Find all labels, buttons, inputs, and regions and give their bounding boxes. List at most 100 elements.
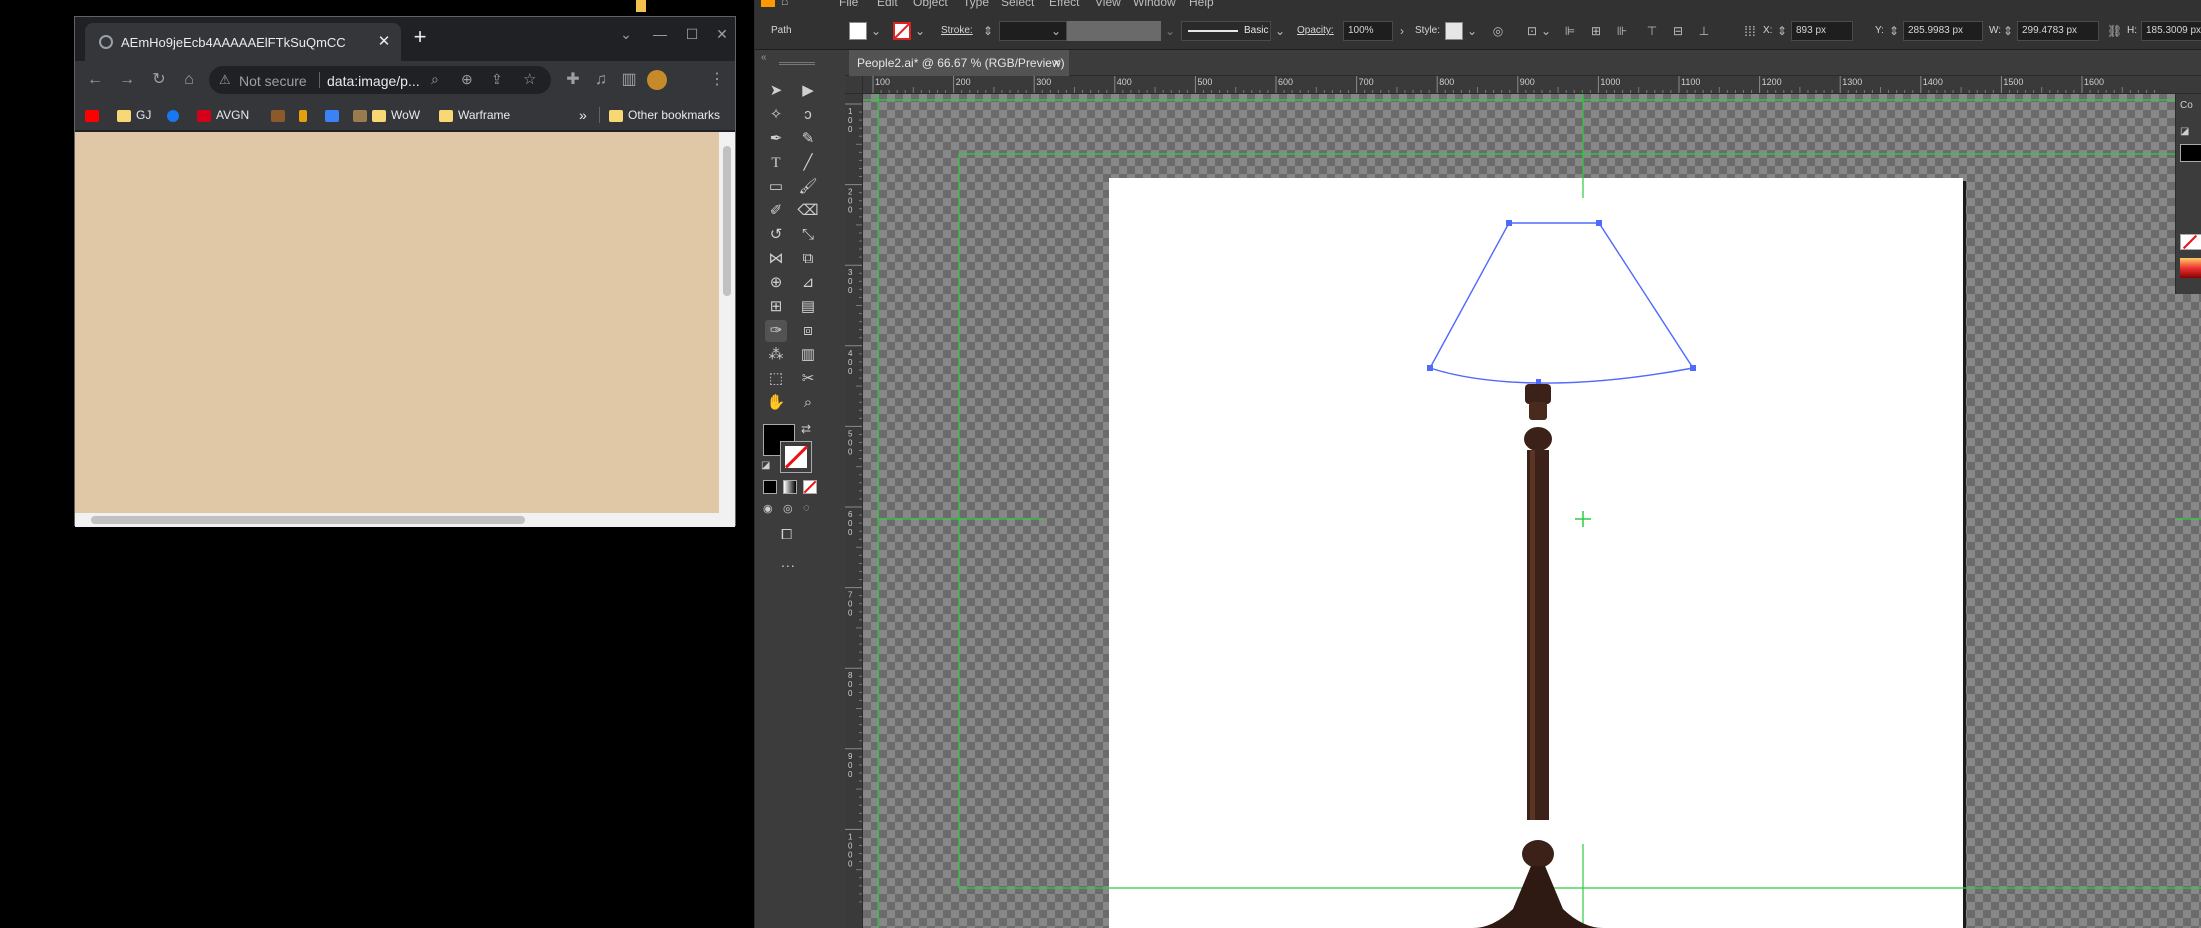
- style-dropdown-icon[interactable]: ⌄: [1465, 24, 1479, 38]
- reference-point-icon[interactable]: ⁞⁞⁞: [1743, 24, 1757, 38]
- menu-help[interactable]: Help: [1189, 0, 1214, 9]
- width-tool-icon[interactable]: ⋈: [765, 248, 787, 270]
- media-icon[interactable]: ♫: [591, 70, 611, 90]
- back-icon[interactable]: ←: [85, 70, 105, 90]
- warning-icon[interactable]: ⚠: [219, 72, 231, 88]
- menu-view[interactable]: View: [1095, 0, 1121, 9]
- more-bookmarks-button[interactable]: »: [579, 106, 587, 124]
- symbol-sprayer-tool-icon[interactable]: ⁂: [765, 344, 787, 366]
- brush-dropdown-icon[interactable]: ⌄: [1273, 24, 1287, 38]
- close-document-icon[interactable]: ×: [1053, 55, 1061, 70]
- extensions-icon[interactable]: ✚: [563, 70, 583, 90]
- reload-icon[interactable]: ↻: [149, 70, 169, 90]
- panel-collapse-icon[interactable]: «: [761, 52, 767, 63]
- tab-search-icon[interactable]: ⌄: [615, 23, 637, 45]
- bookmark-warframe[interactable]: Warframe: [439, 106, 510, 124]
- align-bottom-icon[interactable]: ⊥: [1697, 24, 1711, 38]
- ruler-origin[interactable]: [845, 76, 863, 94]
- lasso-tool-icon[interactable]: ↄ: [797, 104, 819, 126]
- bookmark-gj[interactable]: GJ: [117, 106, 151, 124]
- opacity-field[interactable]: 100%: [1343, 21, 1393, 41]
- anchor-point[interactable]: [1596, 220, 1602, 226]
- scale-tool-icon[interactable]: ⤡: [797, 224, 819, 246]
- anchor-point[interactable]: [1690, 365, 1696, 371]
- draw-normal-icon[interactable]: ◉: [763, 502, 773, 515]
- graph-tool-icon[interactable]: ▥: [797, 344, 819, 366]
- align-top-icon[interactable]: ⊤: [1645, 24, 1659, 38]
- address-bar[interactable]: ⚠ Not secure data:image/p... ⌕ ⊕ ⇪ ☆: [209, 66, 551, 94]
- fill-swatch[interactable]: [849, 22, 867, 40]
- align-vcenter-icon[interactable]: ⊟: [1671, 24, 1685, 38]
- vertical-scrollbar[interactable]: [719, 132, 735, 513]
- document-tab[interactable]: People2.ai* @ 66.67 % (RGB/Preview) ×: [849, 50, 1069, 76]
- stroke-label[interactable]: Stroke:: [941, 25, 973, 36]
- menu-window[interactable]: Window: [1133, 0, 1176, 9]
- screen-mode-icon[interactable]: ⧠: [781, 526, 792, 543]
- blend-tool-icon[interactable]: ⧈: [797, 320, 819, 342]
- artboard-tool-icon[interactable]: ⬚: [765, 368, 787, 390]
- menu-file[interactable]: File: [839, 0, 858, 9]
- stroke-weight-dropdown-icon[interactable]: ⌄: [1049, 24, 1063, 38]
- canvas[interactable]: [863, 94, 2201, 928]
- zoom-tool-icon[interactable]: ⌕: [797, 392, 819, 414]
- horizontal-scrollbar[interactable]: [75, 513, 735, 527]
- security-label[interactable]: Not secure: [239, 73, 307, 89]
- align-to-icon[interactable]: ⊡: [1525, 24, 1539, 38]
- default-colors-icon[interactable]: ◪: [761, 460, 770, 471]
- type-tool-icon[interactable]: T: [765, 152, 787, 174]
- slice-tool-icon[interactable]: ✂: [797, 368, 819, 390]
- side-panel-icon[interactable]: ▥: [619, 70, 639, 90]
- close-window-button[interactable]: ✕: [711, 23, 733, 45]
- stroke-swatch[interactable]: [893, 22, 911, 40]
- site-bookmark-1[interactable]: [271, 106, 290, 124]
- eyedropper-tool-icon[interactable]: ✑: [765, 320, 787, 342]
- gradient-mode-icon[interactable]: [783, 480, 797, 494]
- panel-none-swatch[interactable]: [2180, 234, 2201, 250]
- bookmark-wow[interactable]: WoW: [353, 106, 420, 124]
- y-field[interactable]: 285.9983 px: [1903, 21, 1983, 41]
- search-icon[interactable]: ⌕: [431, 71, 439, 88]
- draw-behind-icon[interactable]: ◎: [783, 502, 793, 515]
- zoom-icon[interactable]: ⊕: [461, 71, 473, 88]
- graphic-style-swatch[interactable]: [1445, 22, 1463, 40]
- horizontal-ruler[interactable]: 100 200 300 400 500 600 700 800 900 1000 1100 1200 1…: [845, 76, 2201, 94]
- menu-edit[interactable]: Edit: [877, 0, 898, 9]
- perspective-grid-tool-icon[interactable]: ⊿: [797, 272, 819, 294]
- panel-option-icon[interactable]: ◪: [2180, 126, 2189, 137]
- horizontal-scroll-thumb[interactable]: [91, 516, 525, 524]
- mesh-tool-icon[interactable]: ⊞: [765, 296, 787, 318]
- menu-select[interactable]: Select: [1001, 0, 1034, 9]
- x-stepper-icon[interactable]: ⇕: [1775, 24, 1789, 38]
- forward-icon[interactable]: →: [117, 70, 137, 90]
- direct-selection-tool-icon[interactable]: ▶: [797, 80, 819, 102]
- stroke-dropdown-icon[interactable]: ⌄: [913, 24, 927, 38]
- magic-wand-tool-icon[interactable]: ✧: [765, 104, 787, 126]
- x-field[interactable]: 893 px: [1791, 21, 1853, 41]
- recolor-icon[interactable]: ◎: [1491, 24, 1505, 38]
- menu-effect[interactable]: Effect: [1049, 0, 1079, 9]
- align-right-icon[interactable]: ⊪: [1615, 24, 1629, 38]
- opacity-arrow-icon[interactable]: ›: [1395, 24, 1409, 38]
- gradient-tool-icon[interactable]: ▤: [797, 296, 819, 318]
- align-hcenter-icon[interactable]: ⊞: [1589, 24, 1603, 38]
- plex-bookmark[interactable]: [299, 106, 312, 124]
- maximize-button[interactable]: ☐: [681, 23, 703, 45]
- shaper-tool-icon[interactable]: ✐: [765, 200, 787, 222]
- brush-definition[interactable]: Basic: [1181, 21, 1271, 41]
- stroke-stepper-icon[interactable]: ⇕: [981, 24, 995, 38]
- swap-colors-icon[interactable]: ⇄: [801, 422, 811, 436]
- line-tool-icon[interactable]: ╱: [797, 152, 819, 174]
- close-tab-icon[interactable]: ✕: [375, 33, 393, 51]
- anchor-point[interactable]: [1506, 220, 1512, 226]
- bookmark-star-icon[interactable]: ☆: [523, 70, 536, 88]
- menu-type[interactable]: Type: [963, 0, 989, 9]
- constrain-proportions-icon[interactable]: ⛓: [2107, 24, 2122, 38]
- panel-title[interactable]: Co: [2180, 100, 2193, 111]
- pen-tool-icon[interactable]: ✒: [765, 128, 787, 150]
- paintbrush-tool-icon[interactable]: 🖌: [797, 176, 819, 198]
- lampshade-path[interactable]: [1427, 220, 1696, 384]
- fill-dropdown-icon[interactable]: ⌄: [869, 24, 883, 38]
- draw-inside-icon[interactable]: ◌: [803, 502, 810, 514]
- shape-builder-tool-icon[interactable]: ⊕: [765, 272, 787, 294]
- align-to-dropdown-icon[interactable]: ⌄: [1539, 24, 1553, 38]
